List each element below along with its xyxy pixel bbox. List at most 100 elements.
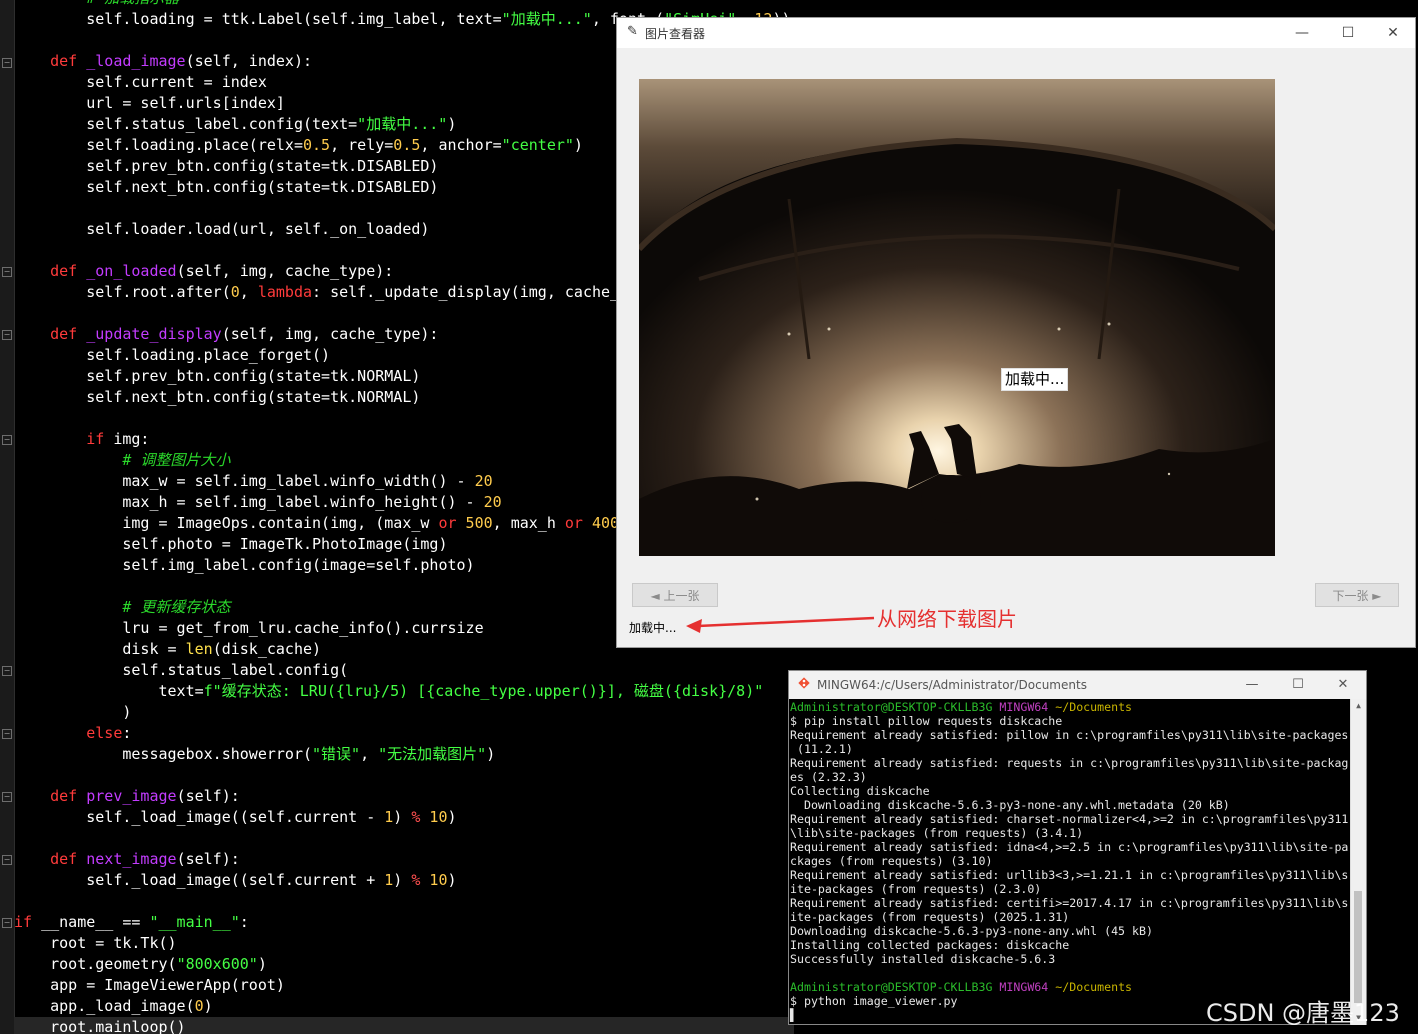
code-token: root = tk.Tk() [14,934,177,952]
fold-marker-icon[interactable]: − [2,330,12,340]
feather-icon: ✎ [627,24,638,39]
code-token: app = ImageViewerApp(root) [14,976,285,994]
terminal-line: ▌ [790,1008,797,1022]
code-token: 0 [230,283,240,301]
code-token: (self, index): [185,52,313,70]
code-token: 500 [465,514,493,532]
annotation-label: 从网络下载图片 [877,607,1017,631]
code-token: , [360,745,379,763]
code-line: def _update_display(self, img, cache_typ… [14,324,438,345]
code-line: self.next_btn.config(state=tk.NORMAL) [14,387,420,408]
code-token: self.next_btn.config(state=tk.NORMAL) [14,388,421,406]
code-token: ) [447,871,457,889]
code-token: # 加载指示器 [14,0,179,7]
fold-marker-icon[interactable]: − [2,666,12,676]
terminal-title: MINGW64:/c/Users/Administrator/Documents [817,678,1087,692]
terminal-line: Installing collected packages: diskcache [790,938,1069,952]
code-line: self._load_image((self.current - 1) % 10… [14,807,456,828]
terminal-line: Requirement already satisfied: requests … [790,756,1348,770]
fold-marker-icon[interactable]: − [2,855,12,865]
code-token: def [14,850,87,868]
terminal-line: Requirement already satisfied: urllib3<3… [790,868,1348,882]
terminal-text: ite-packages (from requests) (2025.1.31) [790,910,1070,924]
fold-marker-icon[interactable]: − [2,267,12,277]
terminal-line: (11.2.1) [790,742,853,756]
code-line: self.loading.place_forget() [14,345,330,366]
terminal-text: Requirement already satisfied: requests … [790,756,1349,770]
code-token: ) [257,955,267,973]
terminal-line: Administrator@DESKTOP-CKLLB3G MINGW64 ~/… [790,700,1132,714]
maximize-icon[interactable]: ☐ [1275,671,1321,699]
close-icon[interactable]: ✕ [1370,18,1416,48]
code-token: next_image [86,850,177,868]
code-token: len [185,640,213,658]
code-token: self.next_btn.config(state=tk.DISABLED) [14,178,439,196]
code-token: messagebox.showerror( [14,745,313,763]
terminal-text: es (2.32.3) [790,770,867,784]
code-token: (self): [176,787,240,805]
code-token: def [14,52,87,70]
viewer-title: 图片查看器 [645,27,706,41]
terminal-titlebar[interactable]: MINGW64:/c/Users/Administrator/Documents… [789,671,1366,699]
code-line: root = tk.Tk() [14,933,177,954]
code-line: text=f"缓存状态: LRU({lru}/5) [{cache_type.u… [14,681,763,702]
fold-marker-icon[interactable]: − [2,435,12,445]
code-token: self.loading.place(relx= [14,136,303,154]
code-line: app._load_image(0) [14,996,213,1017]
terminal-output[interactable]: Administrator@DESKTOP-CKLLB3G MINGW64 ~/… [789,699,1351,1025]
terminal-line: Requirement already satisfied: pillow in… [790,728,1348,742]
loading-indicator: 加载中... [1001,368,1069,391]
code-token: ) [14,703,132,721]
code-token: "无法加载图片" [378,745,487,763]
code-token: , [239,283,258,301]
code-line: # 更新缓存状态 [14,597,230,618]
code-token: _load_image [86,52,186,70]
code-token: or [438,514,466,532]
terminal-text: Downloading diskcache-5.6.3-py3-none-any… [790,924,1153,938]
code-token: ) [393,871,412,889]
code-line: self.loading.place(relx=0.5, rely=0.5, a… [14,135,583,156]
scroll-up-icon[interactable]: ▲ [1351,699,1366,713]
fold-marker-icon[interactable]: − [2,792,12,802]
close-icon[interactable]: ✕ [1320,671,1366,699]
code-token: "center" [501,136,574,154]
code-token: root.mainloop() [14,1018,186,1034]
code-token: or [564,514,592,532]
code-line: img = ImageOps.contain(img, (max_w or 50… [14,513,637,534]
code-line: max_h = self.img_label.winfo_height() - … [14,492,501,513]
terminal-scrollbar[interactable]: ▲ ▼ [1350,699,1366,1025]
terminal-text: Administrator@DESKTOP-CKLLB3G [790,700,1000,714]
fold-marker-icon[interactable]: − [2,729,12,739]
terminal-text: Administrator@DESKTOP-CKLLB3G [790,980,1000,994]
terminal-text: ▌ [790,1008,797,1022]
terminal-line: Successfully installed diskcache-5.6.3 [790,952,1055,966]
code-token: self.status_label.config( [14,661,349,679]
terminal-text: ite-packages (from requests) (2.3.0) [790,882,1042,896]
next-image-button[interactable]: 下一张 ► [1315,583,1399,607]
terminal-line: $ python image_viewer.py [790,994,958,1008]
code-token: # 调整图片大小 [14,451,231,469]
code-token: max_h = self.img_label.winfo_height() - [14,493,484,511]
code-line: root.geometry("800x600") [14,954,267,975]
terminal-line: ckages (from requests) (3.10) [790,854,992,868]
minimize-icon[interactable]: — [1279,18,1325,48]
code-token: , max_h [492,514,565,532]
terminal-window[interactable]: MINGW64:/c/Users/Administrator/Documents… [788,670,1367,1025]
scrollbar-thumb[interactable] [1354,891,1362,1003]
maximize-icon[interactable]: ☐ [1325,18,1371,48]
viewer-titlebar[interactable]: ✎ 图片查看器 — ☐ ✕ [617,18,1415,48]
code-token: _on_loaded [86,262,177,280]
code-token: 10 [429,871,448,889]
terminal-line: Requirement already satisfied: idna<4,>=… [790,840,1348,854]
terminal-text: Requirement already satisfied: certifi>=… [790,896,1349,910]
terminal-line: ite-packages (from requests) (2025.1.31) [790,910,1069,924]
code-token: (self, img, cache_type): [176,262,394,280]
code-token: , anchor= [420,136,502,154]
code-line: self.photo = ImageTk.PhotoImage(img) [14,534,447,555]
prev-image-button[interactable]: ◄ 上一张 [632,583,718,607]
code-line: url = self.urls[index] [14,93,285,114]
code-line: self.img_label.config(image=self.photo) [14,555,474,576]
minimize-icon[interactable]: — [1229,671,1275,699]
fold-marker-icon[interactable]: − [2,918,12,928]
fold-marker-icon[interactable]: − [2,58,12,68]
